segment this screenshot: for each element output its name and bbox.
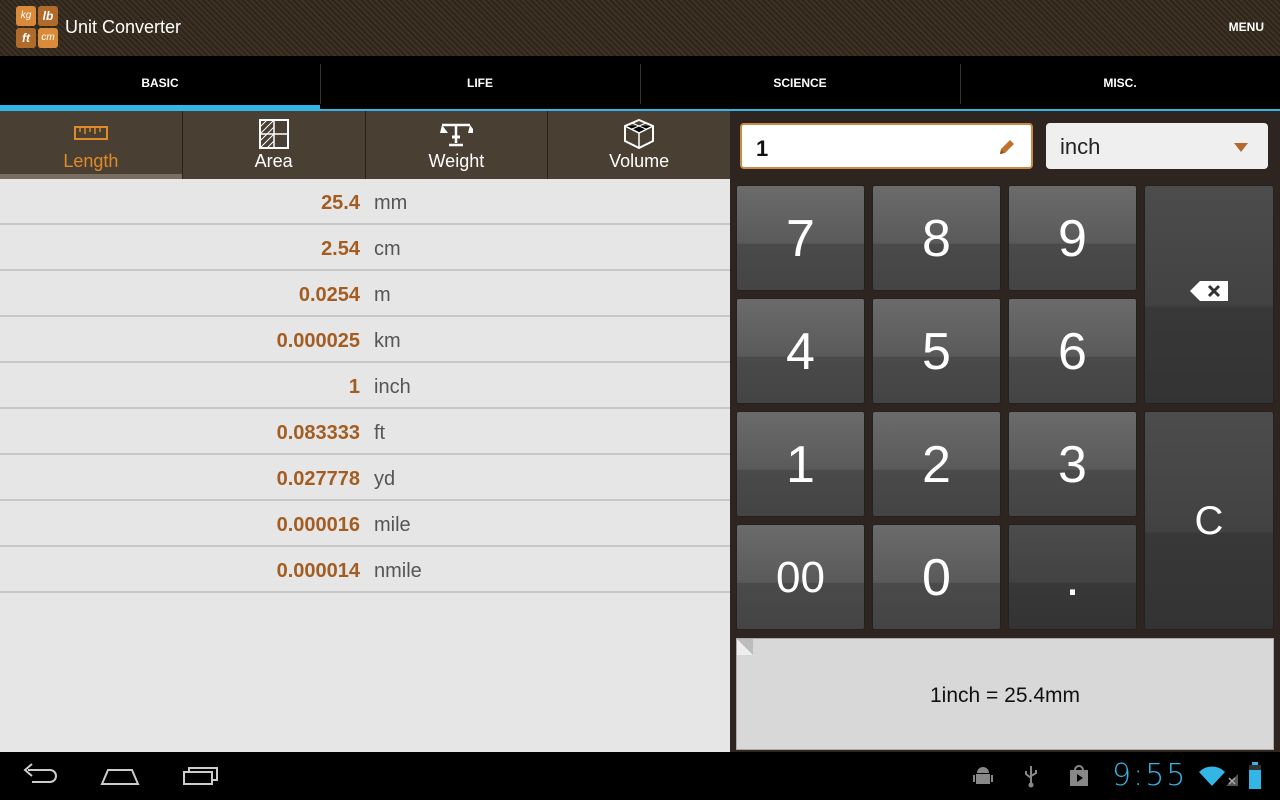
- logo-lb: lb: [38, 6, 58, 26]
- unit-dropdown-value: inch: [1060, 134, 1101, 159]
- result-value: 0.027778: [276, 468, 360, 490]
- list-item[interactable]: 25.4 mm: [0, 179, 730, 225]
- category-length[interactable]: Length: [0, 111, 183, 179]
- keypad: 7 8 9 4 5 6 1 2 3 C 00 0 .: [730, 179, 1280, 639]
- result-value: 25.4: [321, 192, 360, 214]
- app-title: Unit Converter: [65, 17, 182, 37]
- value-input-text: 1: [756, 136, 769, 161]
- play-store-icon: [1070, 765, 1088, 786]
- recent-apps-icon[interactable]: [182, 762, 220, 788]
- scale-icon: [440, 123, 474, 147]
- key-0[interactable]: 0: [872, 524, 1001, 630]
- category-weight-label: Weight: [428, 151, 485, 171]
- menu-button[interactable]: MENU: [1229, 20, 1264, 34]
- list-item[interactable]: 1 inch: [0, 363, 730, 409]
- conversion-summary-text: 1inch = 25.4mm: [930, 684, 1080, 707]
- key-7[interactable]: 7: [736, 185, 865, 291]
- category-volume-label: Volume: [609, 151, 670, 171]
- result-value: 0.000014: [276, 560, 360, 582]
- category-weight[interactable]: Weight: [366, 111, 549, 179]
- result-value: 0.0254: [298, 284, 360, 306]
- keypad-panel: 1 inch 7 8 9 4 5 6 1 2 3 C 00 0 . 1inch …: [730, 111, 1280, 752]
- key-5[interactable]: 5: [872, 298, 1001, 404]
- result-value: 1: [348, 376, 360, 398]
- ruler-icon: [73, 126, 108, 140]
- key-3[interactable]: 3: [1008, 411, 1137, 517]
- result-unit: ft: [374, 422, 386, 444]
- back-icon[interactable]: [22, 762, 58, 788]
- key-decimal[interactable]: .: [1008, 524, 1137, 630]
- tab-bar: BASIC LIFE SCIENCE MISC.: [0, 56, 1280, 111]
- cube-icon: [624, 119, 655, 149]
- result-value: 2.54: [321, 238, 360, 260]
- unit-dropdown[interactable]: inch: [1046, 123, 1268, 169]
- logo-cm: cm: [38, 28, 58, 48]
- key-1[interactable]: 1: [736, 411, 865, 517]
- results-panel: Length Area Weight Volume 25.4 mm 2.54 c…: [0, 111, 730, 752]
- result-unit: inch: [374, 376, 411, 398]
- key-9[interactable]: 9: [1008, 185, 1137, 291]
- result-unit: m: [374, 284, 391, 306]
- home-icon[interactable]: [100, 762, 140, 788]
- results-list: 25.4 mm 2.54 cm 0.0254 m 0.000025 km 1 inch 0…: [0, 179, 730, 593]
- logo-ft: ft: [16, 28, 36, 48]
- result-unit: mm: [374, 192, 408, 214]
- key-00[interactable]: 00: [736, 524, 865, 630]
- tab-misc[interactable]: MISC.: [960, 56, 1280, 109]
- list-item[interactable]: 0.000025 km: [0, 317, 730, 363]
- action-bar: kg lb ft cm Unit Converter MENU: [0, 0, 1280, 56]
- result-value: 0.083333: [276, 422, 360, 444]
- usb-icon: [1025, 766, 1037, 788]
- result-unit: mile: [374, 514, 411, 536]
- result-unit: cm: [374, 238, 401, 260]
- area-grid-icon: [258, 119, 289, 149]
- result-unit: yd: [374, 468, 396, 490]
- backspace-button[interactable]: [1144, 185, 1274, 404]
- value-input[interactable]: 1: [740, 123, 1033, 169]
- tab-basic[interactable]: BASIC: [0, 56, 320, 111]
- key-6[interactable]: 6: [1008, 298, 1137, 404]
- tab-life[interactable]: LIFE: [320, 56, 640, 109]
- tab-science[interactable]: SCIENCE: [640, 56, 960, 109]
- conversion-summary: 1inch = 25.4mm: [736, 638, 1274, 750]
- key-2[interactable]: 2: [872, 411, 1001, 517]
- result-unit: km: [374, 330, 401, 352]
- list-item[interactable]: 0.027778 yd: [0, 455, 730, 501]
- category-area-label: Area: [254, 151, 293, 171]
- result-value: 0.000025: [276, 330, 360, 352]
- list-item[interactable]: 0.083333 ft: [0, 409, 730, 455]
- category-bar: Length Area Weight Volume: [0, 111, 730, 179]
- category-volume[interactable]: Volume: [548, 111, 730, 179]
- clock: 9:55: [1112, 758, 1188, 793]
- app-logo-icon: kg lb ft cm: [16, 6, 58, 48]
- signal-icon: [1226, 774, 1238, 786]
- category-length-label: Length: [63, 151, 119, 171]
- system-nav-bar: 9:55: [0, 752, 1280, 800]
- dropdown-arrow-icon: [1234, 143, 1248, 152]
- pencil-icon: [1000, 140, 1014, 154]
- result-value: 0.000016: [276, 514, 360, 536]
- list-item[interactable]: 0.000014 nmile: [0, 547, 730, 593]
- result-unit: nmile: [374, 560, 422, 582]
- clear-button[interactable]: C: [1144, 411, 1274, 630]
- page-fold: [737, 639, 753, 655]
- key-8[interactable]: 8: [872, 185, 1001, 291]
- backspace-icon: [1190, 280, 1228, 301]
- list-item[interactable]: 0.0254 m: [0, 271, 730, 317]
- list-item[interactable]: 0.000016 mile: [0, 501, 730, 547]
- category-area[interactable]: Area: [183, 111, 366, 179]
- wifi-icon: [1199, 766, 1225, 786]
- android-debug-icon: [973, 767, 993, 784]
- list-item[interactable]: 2.54 cm: [0, 225, 730, 271]
- battery-icon: [1249, 762, 1261, 789]
- logo-kg: kg: [16, 6, 36, 26]
- key-4[interactable]: 4: [736, 298, 865, 404]
